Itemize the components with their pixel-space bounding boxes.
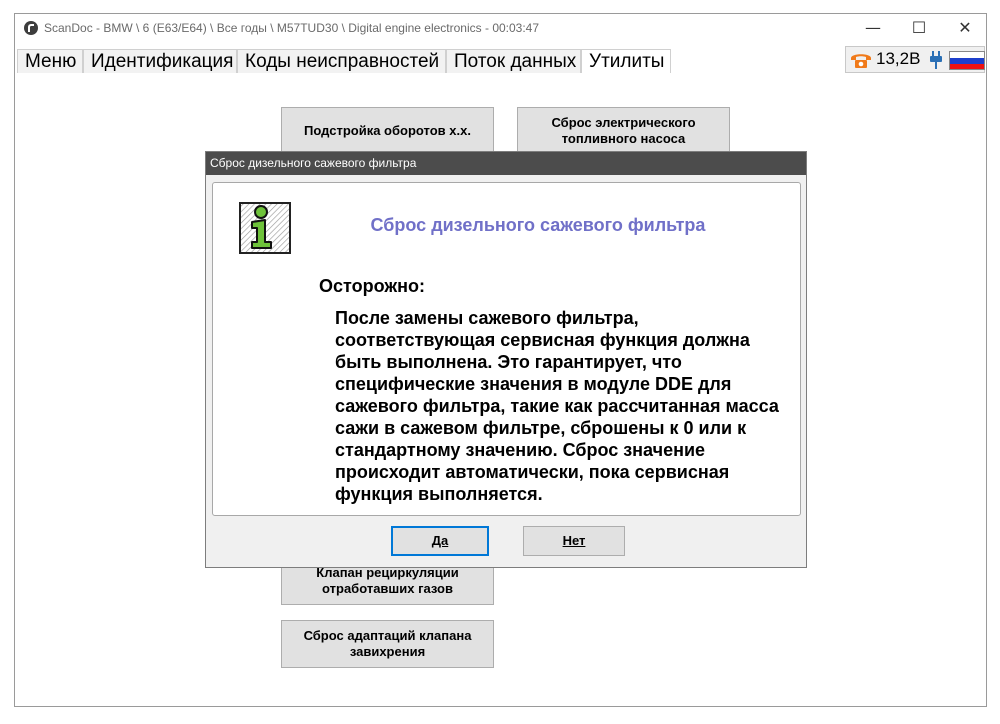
minimize-button[interactable]: — xyxy=(850,14,896,44)
close-button[interactable]: ✕ xyxy=(942,14,988,44)
idle-speed-adjust-button[interactable]: Подстройка оборотов х.х. xyxy=(281,107,494,155)
info-icon xyxy=(239,202,291,254)
plug-icon xyxy=(930,51,942,69)
swirl-valve-reset-button[interactable]: Сброс адаптаций клапана завихрения xyxy=(281,620,494,668)
no-button-label: Нет xyxy=(562,533,586,548)
scandoc-app-icon xyxy=(24,21,38,35)
yes-button[interactable]: Да xyxy=(391,526,489,556)
tab-utilities[interactable]: Утилиты xyxy=(581,49,671,73)
russia-flag-icon xyxy=(949,51,985,70)
dpf-reset-dialog: Сброс дизельного сажевого фильтра Сброс … xyxy=(205,151,807,568)
no-button[interactable]: Нет xyxy=(523,526,625,556)
dialog-heading: Сброс дизельного сажевого фильтра xyxy=(370,215,706,235)
voltage-readout: 13,2В xyxy=(876,49,921,68)
fuel-pump-reset-button[interactable]: Сброс электрического топливного насоса xyxy=(517,107,730,155)
maximize-button[interactable]: ☐ xyxy=(896,14,942,44)
tab-data-stream[interactable]: Поток данных xyxy=(446,49,581,73)
dialog-title: Сброс дизельного сажевого фильтра xyxy=(206,152,806,175)
title-bar: ScanDoc - BMW \ 6 (E63/E64) \ Все годы \… xyxy=(15,14,986,44)
window-title: ScanDoc - BMW \ 6 (E63/E64) \ Все годы \… xyxy=(44,21,540,35)
phone-icon xyxy=(851,54,871,68)
tab-fault-codes[interactable]: Коды неисправностей xyxy=(237,49,446,73)
yes-button-label: Да xyxy=(431,533,449,548)
dialog-content-panel: Сброс дизельного сажевого фильтра Осторо… xyxy=(212,182,801,516)
tab-menu[interactable]: Меню xyxy=(17,49,83,73)
status-panel: 13,2В xyxy=(845,46,985,73)
dialog-message: После замены сажевого фильтра, соответст… xyxy=(335,308,779,504)
tab-identification[interactable]: Идентификация xyxy=(83,49,237,73)
caution-label: Осторожно: xyxy=(319,276,425,296)
